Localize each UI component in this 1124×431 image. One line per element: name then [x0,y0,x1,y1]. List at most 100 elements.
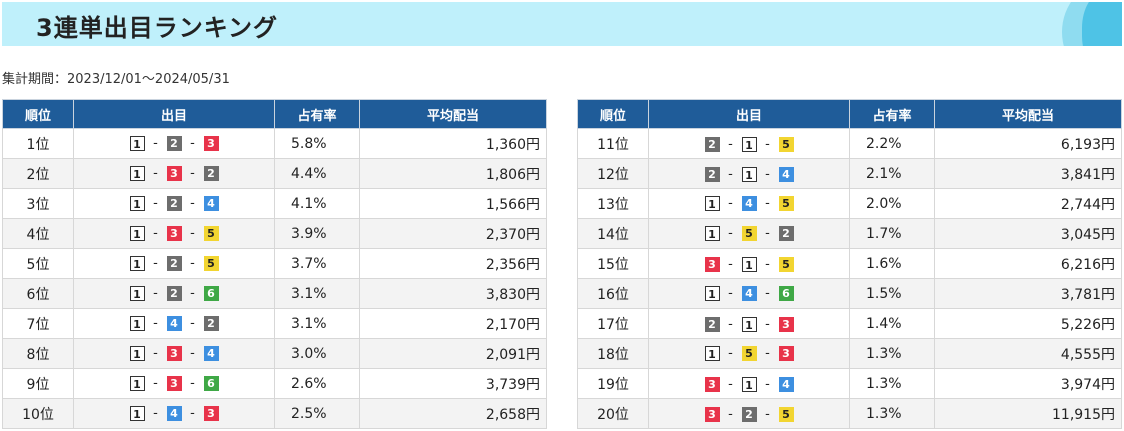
rank-cell: 14位 [577,218,649,249]
share-cell: 3.0% [274,338,360,369]
combo-cell: 3-2-5 [648,398,850,429]
rank-cell: 16位 [577,278,649,309]
combo-cell: 1-4-5 [648,188,850,219]
combo-cell: 1-2-6 [73,278,275,309]
payout-cell: 3,830円 [359,278,547,309]
boat-number-badge: 3 [166,165,182,181]
combo-cell: 1-3-5 [73,218,275,249]
payout-cell: 6,193円 [934,128,1122,159]
trifecta-combo: 1-5-2 [704,225,794,241]
col-header-share: 占有率 [849,99,935,129]
trifecta-combo: 3-1-4 [704,376,794,392]
combo-separator: - [728,136,733,152]
boat-number-badge: 1 [704,195,720,211]
share-cell: 4.4% [274,158,360,189]
payout-cell: 5,226円 [934,308,1122,339]
boat-number-badge: 2 [166,195,182,211]
combo-separator: - [190,135,195,151]
combo-separator: - [765,225,770,241]
trifecta-combo: 1-2-4 [129,195,219,211]
combo-separator: - [765,136,770,152]
col-header-payout: 平均配当 [359,99,547,129]
combo-separator: - [765,406,770,422]
combo-separator: - [765,285,770,301]
share-cell: 2.0% [849,188,935,219]
table-row: 5位 1-2-5 3.7% 2,356円 [2,248,547,279]
table-row: 3位 1-2-4 4.1% 1,566円 [2,188,547,219]
trifecta-combo: 1-3-5 [129,225,219,241]
boat-number-badge: 2 [166,135,182,151]
combo-separator: - [728,376,733,392]
table-row: 12位 2-1-4 2.1% 3,841円 [577,158,1122,189]
rank-cell: 4位 [2,218,74,249]
boat-number-badge: 5 [778,136,794,152]
boat-number-badge: 3 [203,405,219,421]
boat-number-badge: 4 [778,376,794,392]
combo-cell: 1-5-2 [648,218,850,249]
boat-number-badge: 5 [203,255,219,271]
boat-number-badge: 3 [203,135,219,151]
page-title: 3連単出目ランキング [36,14,278,42]
combo-separator: - [765,345,770,361]
boat-number-badge: 2 [704,166,720,182]
table-row: 10位 1-4-3 2.5% 2,658円 [2,398,547,429]
ranking-table-right-body: 11位 2-1-5 2.2% 6,193円 12位 2-1-4 2.1% 3,841円 13位 1… [577,128,1122,429]
boat-number-badge: 5 [778,406,794,422]
payout-cell: 2,356円 [359,248,547,279]
share-cell: 5.8% [274,128,360,159]
boat-number-badge: 1 [704,225,720,241]
boat-number-badge: 3 [166,345,182,361]
combo-cell: 2-1-5 [648,128,850,159]
boat-number-badge: 4 [741,285,757,301]
aggregation-period: 集計期間：2023/12/01〜2024/05/31 [2,72,230,87]
table-row: 18位 1-5-3 1.3% 4,555円 [577,338,1122,369]
trifecta-combo: 3-1-5 [704,256,794,272]
trifecta-combo: 1-3-6 [129,375,219,391]
combo-separator: - [190,255,195,271]
payout-cell: 3,781円 [934,278,1122,309]
trifecta-combo: 2-1-5 [704,136,794,152]
share-cell: 1.3% [849,398,935,429]
table-header-row: 順位 出目 占有率 平均配当 [2,99,547,129]
share-cell: 3.1% [274,308,360,339]
table-row: 11位 2-1-5 2.2% 6,193円 [577,128,1122,159]
rank-cell: 11位 [577,128,649,159]
boat-number-badge: 6 [203,285,219,301]
boat-number-badge: 1 [129,375,145,391]
combo-separator: - [765,376,770,392]
rank-cell: 2位 [2,158,74,189]
share-cell: 1.4% [849,308,935,339]
combo-separator: - [765,195,770,211]
boat-number-badge: 4 [778,166,794,182]
ranking-table-left: 順位 出目 占有率 平均配当 1位 1-2-3 5.8% 1,360円 2位 1-3-2 4… [2,99,547,429]
boat-number-badge: 3 [166,225,182,241]
table-row: 20位 3-2-5 1.3% 11,915円 [577,398,1122,429]
table-row: 4位 1-3-5 3.9% 2,370円 [2,218,547,249]
payout-cell: 2,170円 [359,308,547,339]
boat-number-badge: 1 [129,345,145,361]
payout-cell: 6,216円 [934,248,1122,279]
rank-cell: 10位 [2,398,74,429]
boat-number-badge: 1 [704,285,720,301]
banner-wave-decoration-inner [1082,2,1122,46]
combo-separator: - [728,345,733,361]
title-banner: 3連単出目ランキング [2,2,1122,46]
combo-cell: 3-1-4 [648,368,850,399]
share-cell: 3.1% [274,278,360,309]
combo-separator: - [765,316,770,332]
payout-cell: 2,091円 [359,338,547,369]
ranking-table-right: 順位 出目 占有率 平均配当 11位 2-1-5 2.2% 6,193円 12位 2-1-… [577,99,1122,429]
payout-cell: 11,915円 [934,398,1122,429]
ranking-table-left-body: 1位 1-2-3 5.8% 1,360円 2位 1-3-2 4.4% 1,806円 3位 1-2-… [2,128,547,429]
table-row: 8位 1-3-4 3.0% 2,091円 [2,338,547,369]
boat-number-badge: 1 [129,225,145,241]
combo-cell: 1-2-4 [73,188,275,219]
share-cell: 3.9% [274,218,360,249]
rank-cell: 3位 [2,188,74,219]
combo-separator: - [728,225,733,241]
share-cell: 2.1% [849,158,935,189]
combo-separator: - [153,405,158,421]
trifecta-combo: 1-5-3 [704,345,794,361]
rank-cell: 6位 [2,278,74,309]
boat-number-badge: 5 [778,195,794,211]
